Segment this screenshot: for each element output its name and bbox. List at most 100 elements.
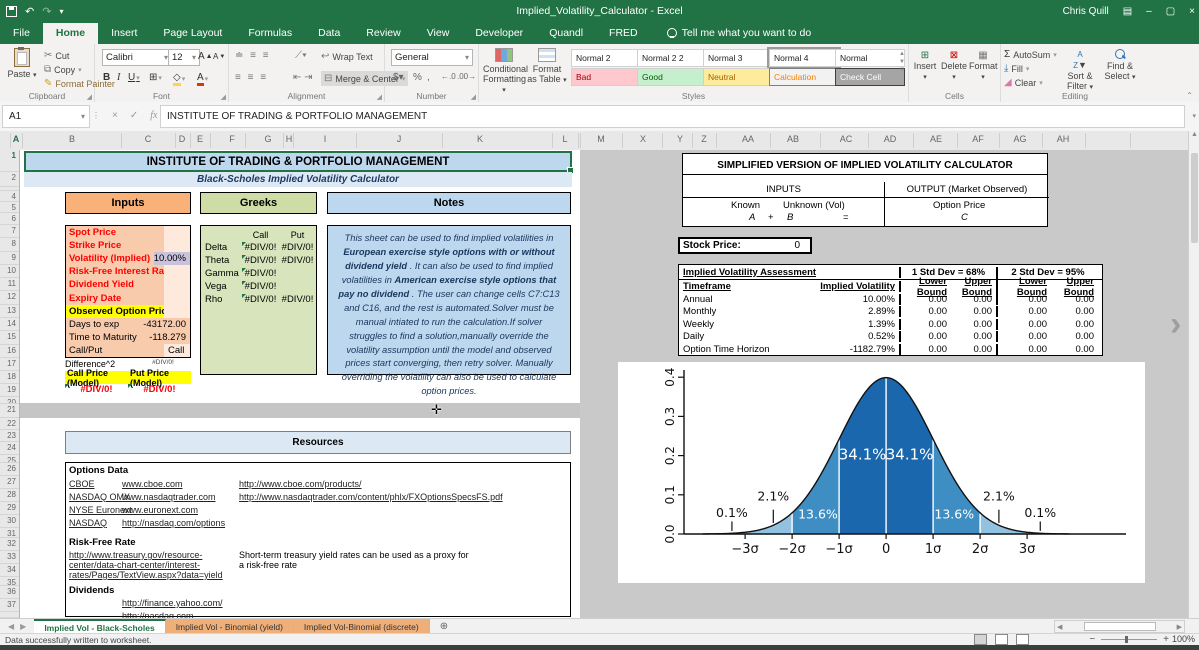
horizontal-align-buttons[interactable]: ≡ ≡ ≡: [235, 72, 268, 83]
orientation-button[interactable]: ⟋▾: [295, 50, 307, 61]
row-headers[interactable]: 1245678910111213141516171819202122232425…: [0, 150, 20, 618]
close-button[interactable]: ×: [1189, 6, 1195, 17]
row-header-29[interactable]: 29: [0, 502, 19, 515]
greek-call-cell[interactable]: #DIV/0!: [242, 242, 279, 253]
iv-cell[interactable]: Annual: [679, 294, 799, 305]
iv-cell[interactable]: Weekly: [679, 319, 799, 330]
gallery-scroll-buttons[interactable]: ▲▼≡: [899, 50, 905, 74]
insert-cells-button[interactable]: ⊞Insert▾: [911, 50, 939, 83]
column-header-AH[interactable]: AH: [1057, 134, 1070, 144]
row-header-10[interactable]: 10: [0, 265, 19, 278]
row-header-24[interactable]: 24: [0, 442, 19, 455]
column-header-K[interactable]: K: [477, 134, 483, 144]
scroll-right-chevron[interactable]: ›: [1170, 305, 1181, 344]
row-header-30[interactable]: 30: [0, 515, 19, 528]
row-header-21[interactable]: 21: [0, 404, 19, 418]
input-value-cell[interactable]: [164, 291, 190, 304]
bold-button[interactable]: B: [103, 72, 110, 83]
row-header-26[interactable]: 26: [0, 463, 19, 476]
greek-put-cell[interactable]: #DIV/0!: [279, 294, 316, 305]
font-dialog-launcher[interactable]: ◢: [221, 93, 226, 101]
resource-url2-link[interactable]: http://www.cboe.com/products/: [239, 479, 362, 489]
row-header-1[interactable]: 1: [0, 150, 19, 172]
vertical-scrollbar-thumb[interactable]: [1191, 153, 1198, 243]
iv-cell[interactable]: 0.00: [901, 306, 951, 317]
put-price-cell[interactable]: #DIV/0!: [128, 384, 191, 397]
row-header-28[interactable]: 28: [0, 489, 19, 502]
iv-cell[interactable]: 0.00: [1051, 294, 1098, 305]
cancel-entry-icon[interactable]: ×: [112, 110, 118, 121]
column-header-X[interactable]: X: [640, 134, 646, 144]
stock-price-value-cell[interactable]: 0: [794, 240, 810, 251]
vertical-align-buttons[interactable]: ≐ ≡ ≡: [235, 50, 271, 61]
row-header-32[interactable]: 32: [0, 538, 19, 551]
iv-cell[interactable]: 2.89%: [799, 306, 901, 317]
iv-cell[interactable]: 0.00: [951, 344, 998, 355]
row-header-33[interactable]: 33: [0, 551, 19, 564]
ribbon-display-options-icon[interactable]: ▤: [1123, 6, 1132, 17]
copy-button[interactable]: ⧉Copy ▾: [44, 64, 82, 75]
iv-cell[interactable]: 0.00: [1051, 306, 1098, 317]
grow-font-button[interactable]: A▲: [198, 51, 213, 62]
sheet-tab[interactable]: Implied Vol-Binomial (discrete): [294, 619, 430, 634]
page-layout-view-button[interactable]: [995, 634, 1008, 645]
row-header-4[interactable]: 4: [0, 191, 19, 202]
fill-button[interactable]: ⤓Fill ▾: [1004, 63, 1029, 74]
row-header-7[interactable]: 7: [0, 225, 19, 238]
resource-url-link[interactable]: www.nasdaqtrader.com: [122, 492, 239, 502]
iv-cell[interactable]: 10.00%: [799, 294, 901, 305]
iv-cell[interactable]: 0.00: [901, 331, 951, 342]
autosum-button[interactable]: ΣAutoSum ▾: [1004, 49, 1057, 60]
iv-cell[interactable]: 0.00: [998, 306, 1051, 317]
comma-style-button[interactable]: ,: [427, 72, 430, 83]
iv-cell[interactable]: 0.00: [951, 331, 998, 342]
resource-name-link[interactable]: NYSE Euronext: [69, 505, 122, 515]
row-header-22[interactable]: 22: [0, 418, 19, 430]
ribbon-tab[interactable]: Insert: [98, 23, 150, 44]
row-header-16[interactable]: 16: [0, 345, 19, 358]
resource-url-link[interactable]: www.euronext.com: [122, 505, 239, 515]
ribbon-tab[interactable]: Review: [353, 23, 413, 44]
input-value-cell[interactable]: [164, 239, 190, 252]
iv-cell[interactable]: 0.00: [1051, 331, 1098, 342]
number-dialog-launcher[interactable]: ◢: [471, 93, 476, 101]
row-header-9[interactable]: 9: [0, 252, 19, 265]
row-header-6[interactable]: 6: [0, 213, 19, 225]
row-header-27[interactable]: 27: [0, 476, 19, 489]
font-size-select[interactable]: 12▾: [168, 49, 200, 66]
iv-cell[interactable]: 0.00: [1051, 344, 1098, 355]
sort-filter-button[interactable]: AZ▼Sort &Filter ▾: [1062, 49, 1098, 93]
row-header-13[interactable]: 13: [0, 305, 19, 318]
column-header-AA[interactable]: AA: [742, 134, 754, 144]
row-header-15[interactable]: 15: [0, 331, 19, 344]
resource-url-link[interactable]: www.cboe.com: [122, 479, 239, 489]
row-header-14[interactable]: 14: [0, 318, 19, 331]
input-value-cell[interactable]: [164, 226, 190, 239]
iv-cell[interactable]: Daily: [679, 331, 799, 342]
greek-put-cell[interactable]: #DIV/0!: [279, 255, 316, 266]
cell-style-chip[interactable]: Normal 3: [703, 49, 773, 67]
iv-cell[interactable]: 0.00: [998, 331, 1051, 342]
ribbon-tab[interactable]: Developer: [462, 23, 536, 44]
column-header-AD[interactable]: AD: [884, 134, 897, 144]
normal-view-button[interactable]: [974, 634, 987, 645]
column-header-G[interactable]: G: [264, 134, 271, 144]
row-header-31[interactable]: 31: [0, 528, 19, 538]
zoom-level[interactable]: 100%: [1172, 634, 1195, 644]
clear-button[interactable]: ◢Clear ▾: [1004, 77, 1043, 88]
restore-button[interactable]: ▢: [1166, 6, 1175, 17]
input-value-cell[interactable]: Call: [164, 344, 190, 357]
column-header-H[interactable]: H: [286, 134, 293, 144]
sheet-tab[interactable]: Implied Vol - Binomial (yield): [166, 619, 294, 634]
ribbon-tab[interactable]: File: [0, 23, 43, 44]
iv-cell[interactable]: Monthly: [679, 306, 799, 317]
greek-call-cell[interactable]: #DIV/0!: [242, 294, 279, 305]
fill-color-button[interactable]: ◇ ▾: [173, 72, 185, 86]
zoom-slider-thumb[interactable]: [1125, 636, 1128, 643]
font-color-button[interactable]: A ▾: [197, 72, 208, 86]
ribbon-tab[interactable]: View: [414, 23, 463, 44]
iv-cell[interactable]: -1182.79%: [799, 344, 901, 355]
row-header-2[interactable]: 2: [0, 172, 19, 187]
cell-style-chip[interactable]: Good: [637, 68, 707, 86]
sheet-tab[interactable]: Implied Vol - Black-Scholes: [34, 619, 165, 634]
